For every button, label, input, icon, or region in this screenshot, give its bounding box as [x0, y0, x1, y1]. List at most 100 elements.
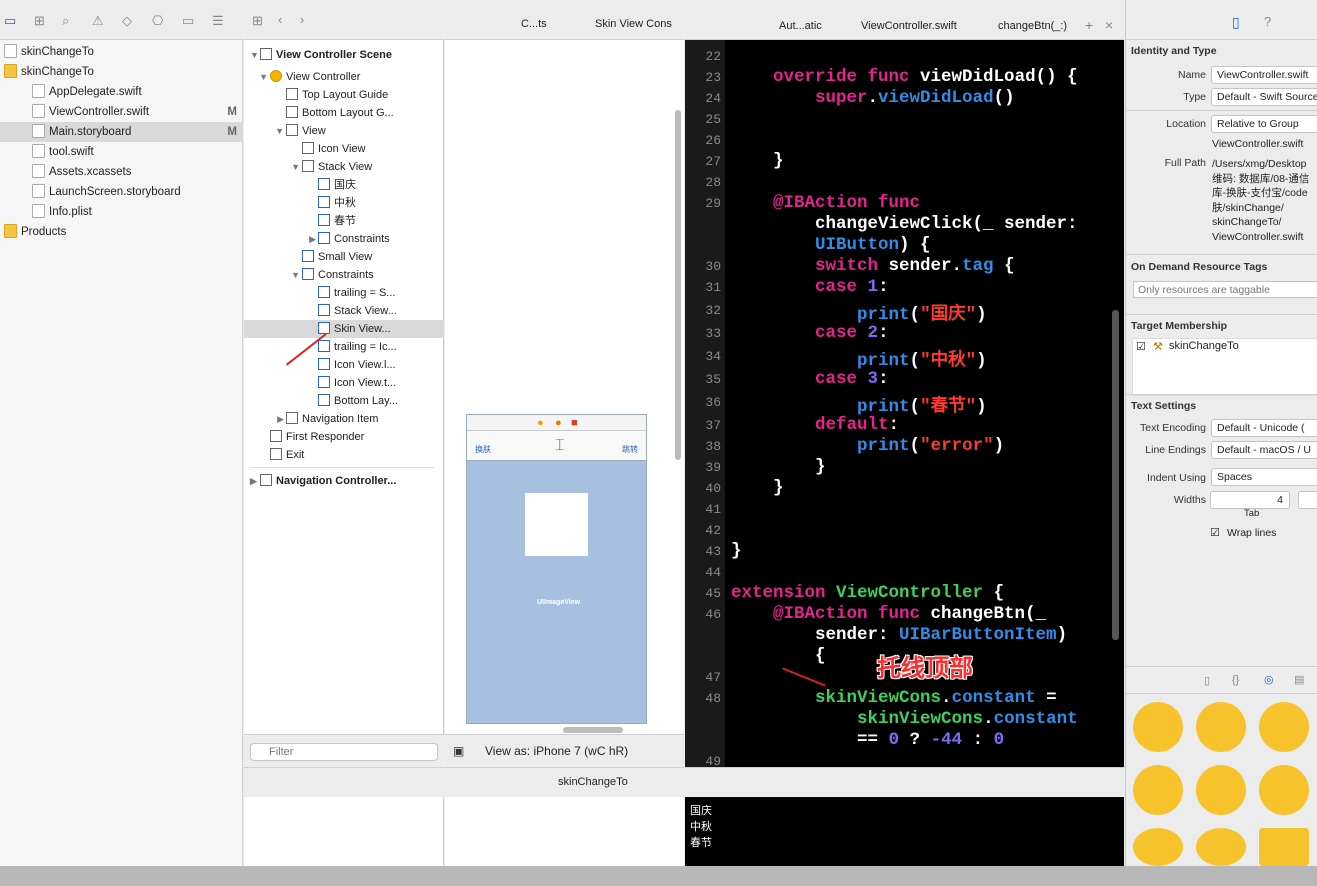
jump-bar-button[interactable]: 跳转	[622, 444, 638, 455]
storyboard-reference-icon[interactable]	[1196, 702, 1246, 752]
storyboard-canvas[interactable]: C...ts Skin View Cons ● ● ■ 换肤 跳转 ⌶ UIIm…	[445, 0, 684, 866]
code-editor[interactable]: 22 23 24 25 26 27 28 29 30 31 32 33 34 35 36 37 38 3…	[685, 40, 1124, 769]
av-player-icon[interactable]	[1196, 828, 1246, 866]
outline-item[interactable]: ▼ Constraints	[244, 266, 444, 284]
responder-icon[interactable]: ●	[555, 417, 562, 429]
back-icon[interactable]: ‹	[278, 12, 282, 27]
outline-item[interactable]: trailing = Ic...	[244, 338, 444, 356]
outline-item[interactable]: Stack View...	[244, 302, 444, 320]
horizontal-scrollbar[interactable]	[563, 727, 623, 733]
page-view-controller-icon[interactable]	[1259, 765, 1309, 815]
outline-item[interactable]: First Responder	[244, 428, 444, 446]
search-icon[interactable]: ⌕	[62, 13, 69, 29]
outline-toggle-icon[interactable]: ▣	[453, 744, 464, 758]
indent-select[interactable]: Spaces	[1211, 468, 1317, 486]
outline-item[interactable]: Top Layout Guide	[244, 86, 444, 104]
related-items-icon[interactable]: ⊞	[252, 13, 263, 29]
outline-item[interactable]: 国庆	[244, 176, 444, 194]
navigator-item[interactable]: ▼skinChangeTo	[0, 62, 243, 82]
exit-icon[interactable]: ■	[571, 417, 578, 429]
outline-item-icon	[286, 88, 298, 100]
encoding-select[interactable]: Default - Unicode (	[1211, 419, 1317, 437]
tab-width-field[interactable]: 4	[1210, 491, 1290, 509]
outline-item[interactable]: ▶ Navigation Item	[244, 410, 444, 428]
iphone-scene[interactable]: ● ● ■ 换肤 跳转 ⌶ UIImageView	[466, 414, 647, 724]
outline-item-label: Constraints	[318, 269, 374, 281]
constraint-handle-icon[interactable]: ⌶	[555, 437, 565, 455]
outline-item[interactable]: Small View	[244, 248, 444, 266]
navigator-item[interactable]: tool.swift	[0, 142, 243, 162]
outline-item[interactable]: Skin View...	[244, 320, 444, 338]
outline-scene[interactable]: ▼ View Controller Scene	[250, 46, 392, 64]
help-icon[interactable]: ?	[1264, 14, 1271, 29]
line-endings-select[interactable]: Default - macOS / U	[1211, 441, 1317, 459]
outline-item[interactable]: Icon View.l...	[244, 356, 444, 374]
type-select[interactable]: Default - Swift Source	[1211, 88, 1317, 106]
add-editor-icon[interactable]: +	[1085, 17, 1093, 33]
vc-icon[interactable]: ●	[537, 417, 544, 429]
view-controller-icon[interactable]	[1133, 702, 1183, 752]
name-field[interactable]: ViewController.swift	[1211, 66, 1317, 84]
breadcrumb-item[interactable]: C...ts	[521, 18, 547, 30]
outline-item[interactable]: trailing = S...	[244, 284, 444, 302]
object-icon[interactable]	[1259, 828, 1309, 866]
file-inspector-icon[interactable]: ▯	[1232, 14, 1240, 31]
navigator-item[interactable]: Assets.xcassets	[0, 162, 243, 182]
skin-bar-button[interactable]: 换肤	[475, 444, 491, 455]
report-icon[interactable]: ☰	[212, 13, 224, 29]
target-title: Target Membership	[1131, 320, 1228, 332]
close-editor-icon[interactable]: ×	[1105, 17, 1113, 33]
indent-width-field[interactable]	[1298, 491, 1317, 509]
outline-item[interactable]: ▼ View Controller	[244, 68, 444, 86]
outline-item[interactable]: 中秋	[244, 194, 444, 212]
forward-icon[interactable]: ›	[300, 12, 304, 27]
navigator-item[interactable]: LaunchScreen.storyboard	[0, 182, 243, 202]
object-library-icon[interactable]: ◎	[1264, 673, 1274, 686]
hierarchy-icon[interactable]: ⊞	[34, 13, 45, 29]
wrap-checkbox[interactable]: ☑	[1210, 526, 1220, 539]
breakpoint-icon[interactable]: ▭	[182, 13, 194, 29]
glkit-controller-icon[interactable]	[1133, 828, 1183, 866]
icon-view[interactable]	[525, 493, 588, 556]
breadcrumb-item[interactable]: changeBtn(_:)	[998, 20, 1067, 32]
navigation-controller-icon[interactable]	[1259, 702, 1309, 752]
outline-item[interactable]: Icon View	[244, 140, 444, 158]
vertical-scrollbar[interactable]	[675, 110, 681, 460]
filter-input[interactable]	[250, 743, 438, 761]
outline-item-label: First Responder	[286, 431, 365, 443]
tags-input[interactable]	[1133, 281, 1317, 298]
navigator-item[interactable]: skinChangeTo	[0, 42, 243, 62]
target-checkbox[interactable]: ☑	[1136, 340, 1146, 353]
debug-icon[interactable]: ⎔	[152, 13, 163, 29]
outline-item[interactable]: Exit	[244, 446, 444, 464]
navigator-item[interactable]: ▶Products	[0, 222, 243, 242]
console-output[interactable]: 国庆 中秋 春节	[685, 797, 1124, 866]
view-as-label[interactable]: View as: iPhone 7 (wC hR)	[485, 744, 628, 758]
outline-item[interactable]: ▶ Constraints	[244, 230, 444, 248]
navigator-item[interactable]: ViewController.swift M	[0, 102, 243, 122]
outline-item[interactable]: Bottom Lay...	[244, 392, 444, 410]
breadcrumb-item[interactable]: Aut...atic	[779, 20, 822, 32]
outline-item[interactable]: ▼ View	[244, 122, 444, 140]
outline-item[interactable]: 春节	[244, 212, 444, 230]
outline-item-icon	[318, 304, 330, 316]
media-library-icon[interactable]: ▤	[1294, 673, 1304, 686]
folder-icon[interactable]: ▭	[4, 13, 16, 29]
tab-bar-controller-icon[interactable]	[1196, 765, 1246, 815]
test-icon[interactable]: ◇	[122, 13, 132, 29]
navigator-item[interactable]: AppDelegate.swift	[0, 82, 243, 102]
navigator-item[interactable]: Main.storyboard M	[0, 122, 243, 142]
breadcrumb-item[interactable]: ViewController.swift	[861, 20, 957, 32]
warning-icon[interactable]: ⚠	[92, 13, 104, 29]
navigator-item[interactable]: Info.plist	[0, 202, 243, 222]
editor-scrollbar[interactable]	[1112, 310, 1119, 640]
file-template-icon[interactable]: ▯	[1204, 674, 1210, 687]
outline-item[interactable]: Icon View.t...	[244, 374, 444, 392]
breadcrumb-item[interactable]: Skin View Cons	[595, 18, 672, 30]
location-select[interactable]: Relative to Group	[1211, 115, 1317, 133]
code-snippet-icon[interactable]: {}	[1232, 674, 1239, 686]
collection-view-controller-icon[interactable]	[1133, 765, 1183, 815]
outline-item[interactable]: Bottom Layout G...	[244, 104, 444, 122]
outline-nav-scene[interactable]: ▶ Navigation Controller...	[250, 472, 396, 490]
outline-item[interactable]: ▼ Stack View	[244, 158, 444, 176]
